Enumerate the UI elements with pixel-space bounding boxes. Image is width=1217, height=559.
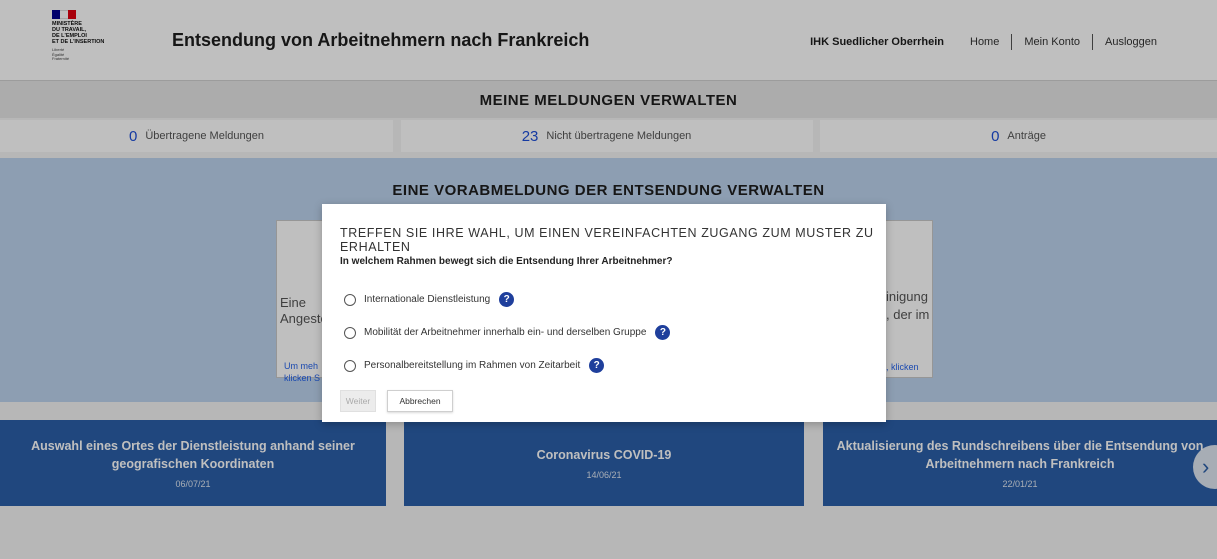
radio-button[interactable] — [344, 293, 356, 306]
cancel-button[interactable]: Abbrechen — [387, 390, 453, 412]
template-choice-dialog: TREFFEN SIE IHRE WAHL, UM EINEN VEREINFA… — [322, 204, 886, 422]
option-label: Mobilität der Arbeitnehmer innerhalb ein… — [364, 327, 647, 338]
radio-button[interactable] — [344, 359, 356, 372]
radio-button[interactable] — [344, 326, 356, 339]
next-button[interactable]: Weiter — [340, 390, 376, 412]
option-group-mobility[interactable]: Mobilität der Arbeitnehmer innerhalb ein… — [344, 325, 671, 340]
dialog-question: In welchem Rahmen bewegt sich die Entsen… — [340, 256, 673, 267]
option-label: Personalbereitstellung im Rahmen von Zei… — [364, 360, 581, 371]
help-icon[interactable]: ? — [499, 292, 515, 307]
option-label: Internationale Dienstleistung — [364, 294, 491, 305]
dialog-title: TREFFEN SIE IHRE WAHL, UM EINEN VEREINFA… — [340, 226, 874, 254]
help-icon[interactable]: ? — [589, 358, 605, 373]
option-international-service[interactable]: Internationale Dienstleistung ? — [344, 292, 515, 307]
help-icon[interactable]: ? — [655, 325, 671, 340]
option-temporary-work[interactable]: Personalbereitstellung im Rahmen von Zei… — [344, 358, 605, 373]
